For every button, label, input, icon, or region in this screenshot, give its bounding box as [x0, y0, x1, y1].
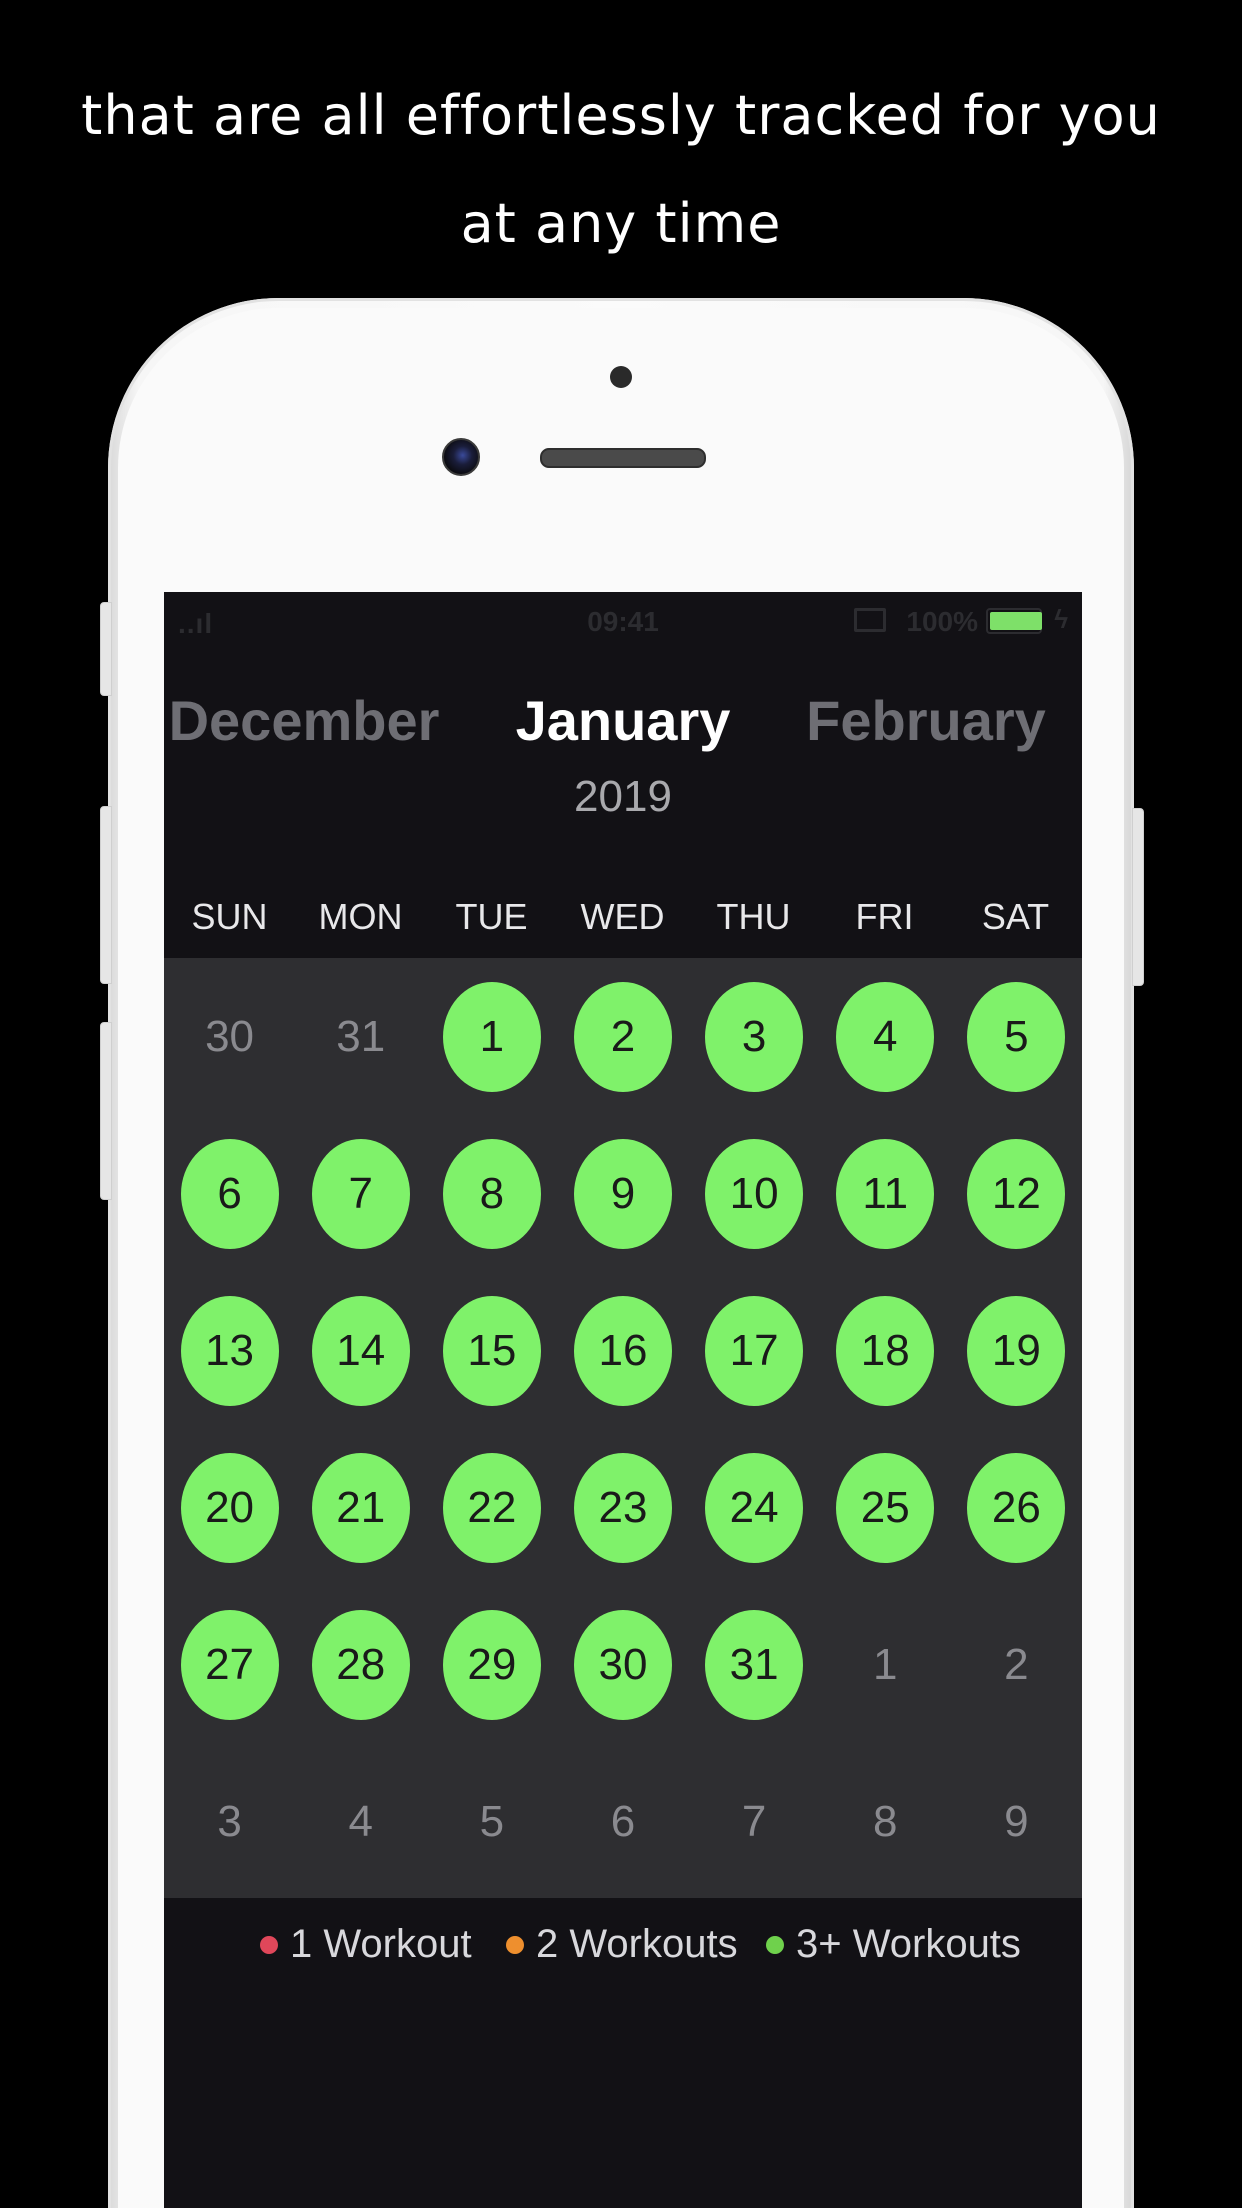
calendar-day-active[interactable]: 31 — [705, 1610, 804, 1720]
workout-legend: 1 Workout 2 Workouts 3+ Workouts — [164, 1922, 1082, 1982]
calendar-day-active[interactable]: 10 — [705, 1139, 804, 1249]
battery-percentage: 100% — [906, 606, 978, 637]
phone-screen: ..ıl 09:41 100% ϟ December January Febru… — [164, 592, 1082, 2208]
calendar-day-active[interactable]: 7 — [311, 1139, 410, 1249]
calendar-day[interactable]: 3 — [181, 1767, 279, 1877]
calendar-day[interactable]: 7 — [705, 1767, 803, 1877]
month-selector: December January February — [164, 688, 1082, 768]
front-camera — [442, 438, 480, 476]
mute-switch — [100, 602, 112, 696]
calendar-day-active[interactable]: 23 — [573, 1453, 672, 1563]
caption-line-1: that are all effortlessly tracked for yo… — [81, 84, 1161, 147]
calendar-day-active[interactable]: 3 — [705, 982, 804, 1092]
calendar-day-active[interactable]: 30 — [573, 1610, 672, 1720]
calendar-day[interactable]: 6 — [574, 1767, 672, 1877]
calendar-day-active[interactable]: 12 — [967, 1139, 1066, 1249]
calendar-day-active[interactable]: 15 — [442, 1296, 541, 1406]
calendar-day-active[interactable]: 26 — [967, 1453, 1066, 1563]
calendar-day-active[interactable]: 20 — [180, 1453, 279, 1563]
calendar-day[interactable]: 1 — [836, 1610, 934, 1720]
calendar-day-active[interactable]: 5 — [967, 982, 1066, 1092]
legend-item: 3+ Workouts — [766, 1922, 1021, 1967]
year-label: 2019 — [574, 772, 672, 821]
weekday-label: SAT — [981, 896, 1050, 937]
legend-label: 3+ Workouts — [796, 1922, 1021, 1966]
calendar-day[interactable]: 5 — [443, 1767, 541, 1877]
proximity-sensor — [610, 366, 632, 388]
weekday-header: SUN MON TUE WED THU FRI SAT — [164, 896, 1082, 946]
calendar-day-active[interactable]: 4 — [836, 982, 935, 1092]
charging-icon: ϟ — [1054, 604, 1068, 634]
legend-item: 2 Workouts — [506, 1922, 738, 1967]
calendar-day-active[interactable]: 16 — [573, 1296, 672, 1406]
calendar-day-active[interactable]: 18 — [836, 1296, 935, 1406]
calendar-day[interactable]: 2 — [967, 1610, 1065, 1720]
volume-up-button — [100, 806, 112, 984]
calendar-day[interactable]: 4 — [312, 1767, 410, 1877]
calendar-day-active[interactable]: 8 — [442, 1139, 541, 1249]
legend-item: 1 Workout — [260, 1922, 472, 1967]
next-month-button[interactable]: February — [776, 688, 1076, 753]
calendar-grid: 30 31 1 2 3 4 5 6 7 8 9 10 11 12 13 14 15 16 17 18 19 20 21 22 2… — [164, 958, 1082, 1898]
calendar-day-active[interactable]: 6 — [180, 1139, 279, 1249]
calendar-day-active[interactable]: 14 — [311, 1296, 410, 1406]
calendar-day-active[interactable]: 19 — [967, 1296, 1066, 1406]
weekday-label: MON — [318, 896, 403, 937]
calendar-day-active[interactable]: 1 — [442, 982, 541, 1092]
calendar-day-active[interactable]: 22 — [442, 1453, 541, 1563]
calendar-day-active[interactable]: 24 — [705, 1453, 804, 1563]
current-month-title: January — [515, 689, 731, 752]
calendar-day-active[interactable]: 13 — [180, 1296, 279, 1406]
legend-label: 2 Workouts — [536, 1922, 738, 1966]
calendar-day[interactable]: 31 — [312, 982, 410, 1092]
calendar-day[interactable]: 8 — [836, 1767, 934, 1877]
weekday-label: SUN — [191, 896, 268, 937]
app-store-screenshot: that are all effortlessly tracked for yo… — [0, 0, 1242, 2208]
power-button — [1132, 808, 1144, 986]
calendar-day[interactable]: 9 — [967, 1767, 1065, 1877]
calendar-day-active[interactable]: 29 — [442, 1610, 541, 1720]
weekday-label: THU — [716, 896, 791, 937]
volume-down-button — [100, 1022, 112, 1200]
weekday-label: TUE — [455, 896, 528, 937]
weekday-label: WED — [580, 896, 665, 937]
calendar-day-active[interactable]: 27 — [180, 1610, 279, 1720]
calendar-day-active[interactable]: 17 — [705, 1296, 804, 1406]
legend-dot-icon — [260, 1935, 278, 1954]
battery-level — [990, 612, 1042, 630]
caption-line-2: at any time — [460, 192, 782, 255]
legend-label: 1 Workout — [290, 1922, 472, 1966]
calendar-day-active[interactable]: 25 — [836, 1453, 935, 1563]
legend-dot-icon — [766, 1935, 784, 1954]
calendar-day-active[interactable]: 9 — [573, 1139, 672, 1249]
earpiece-speaker — [540, 448, 706, 468]
airplay-icon — [854, 608, 886, 632]
legend-dot-icon — [506, 1935, 524, 1954]
calendar-day-active[interactable]: 28 — [311, 1610, 410, 1720]
calendar-day-active[interactable]: 2 — [573, 982, 672, 1092]
calendar-day[interactable]: 30 — [181, 982, 279, 1092]
previous-month-button[interactable]: December — [164, 688, 454, 753]
calendar-day-active[interactable]: 21 — [311, 1453, 410, 1563]
status-bar: ..ıl 09:41 100% ϟ — [164, 592, 1082, 648]
battery-icon — [986, 608, 1042, 634]
calendar-day-active[interactable]: 11 — [836, 1139, 935, 1249]
weekday-label: FRI — [855, 896, 914, 937]
